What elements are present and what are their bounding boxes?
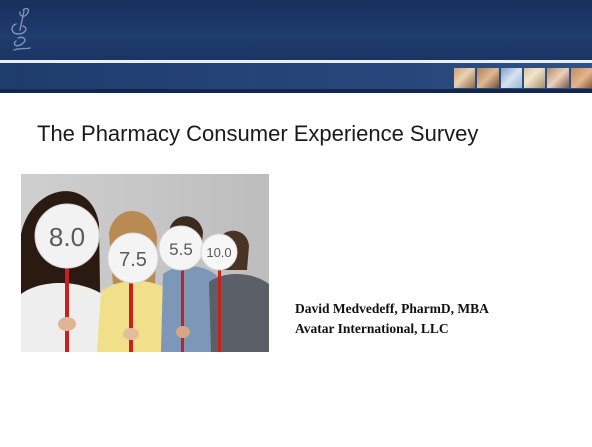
strip-photo-2 [477, 68, 499, 88]
logo-icon [11, 7, 31, 51]
header-band [0, 0, 592, 60]
slide-title: The Pharmacy Consumer Experience Survey [37, 121, 479, 146]
score-card-4: 10.0 [206, 245, 231, 260]
header-bottom-rule [0, 89, 592, 93]
author-organization: Avatar International, LLC [295, 321, 449, 336]
slide: The Pharmacy Consumer Experience Survey [0, 0, 592, 447]
strip-photo-5 [547, 68, 569, 88]
score-card-2: 7.5 [119, 249, 147, 271]
strip-photo-3 [500, 68, 522, 88]
strip-photo-1 [454, 68, 476, 88]
header-photo-strip [454, 68, 592, 88]
photo-illustration: 8.0 7.5 5.5 10.0 [21, 174, 269, 352]
strip-photo-6 [570, 68, 592, 88]
survey-scorecards-photo: 8.0 7.5 5.5 10.0 [21, 174, 269, 352]
score-card-1: 8.0 [49, 222, 85, 252]
author-name: David Medvedeff, PharmD, MBA [295, 301, 489, 316]
strip-photo-4 [523, 68, 546, 88]
author-block: David Medvedeff, PharmD, MBA Avatar Inte… [295, 299, 489, 339]
score-card-3: 5.5 [169, 240, 193, 259]
